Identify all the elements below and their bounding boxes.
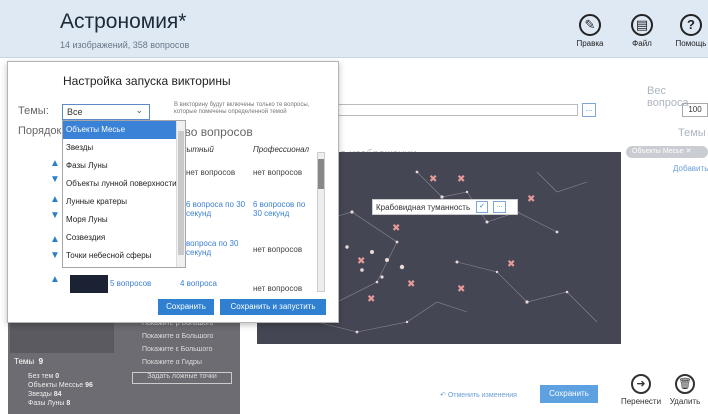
move-up-icon[interactable]: ▲	[50, 234, 60, 245]
count-cell: нет вопросов	[186, 168, 236, 177]
undo-label: Отменить изменения	[447, 392, 517, 399]
svg-text:✖: ✖	[507, 259, 515, 270]
move-down-icon[interactable]: ▼	[50, 250, 60, 261]
count-cell[interactable]: вопроса по 30 секунд	[186, 239, 246, 257]
question-icon: ?	[680, 14, 702, 36]
table-scrollbar[interactable]	[317, 152, 325, 292]
file-button-label: Файл	[632, 39, 652, 48]
move-down-icon[interactable]: ▼	[50, 174, 60, 185]
dropdown-option[interactable]: Моря Луны	[63, 211, 177, 229]
move-up-icon[interactable]: ▲	[50, 274, 60, 285]
dropdown-scrollbar[interactable]	[176, 121, 185, 267]
themes-count: 9	[38, 357, 44, 366]
themes-select-value: Все	[67, 107, 83, 117]
theme-chip[interactable]: Объекты Месье ✕	[626, 146, 708, 158]
dropdown-option[interactable]: Звезды	[63, 139, 177, 157]
themes-header: Темы 9	[14, 357, 43, 366]
delete-button-label: Удалить	[669, 397, 701, 406]
themes-note: В викторину будут включены только те воп…	[174, 102, 310, 115]
row-thumbnail	[70, 275, 108, 293]
theme-item[interactable]: Звезды 84	[28, 390, 93, 399]
dropdown-option[interactable]: Лунные кратеры	[63, 193, 177, 211]
weight-input[interactable]: 100	[682, 103, 708, 117]
quiz-setup-dialog: Настройка запуска викторины Темы: Все ⌄ …	[7, 61, 339, 323]
dialog-title: Настройка запуска викторины	[63, 74, 231, 88]
count-cell[interactable]: 5 вопросов	[110, 279, 151, 288]
count-cell: нет вопросов	[253, 284, 303, 293]
pencil-icon: ✎	[579, 14, 601, 36]
app-subtitle: 14 изображений, 358 вопросов	[60, 40, 190, 50]
dropdown-option[interactable]: Созвездия	[63, 229, 177, 247]
dropdown-option[interactable]: Объекты Месье	[63, 121, 177, 139]
themes-list: Без тем 0 Объекты Мессье 96 Звезды 84 Фа…	[28, 372, 93, 408]
themes-select[interactable]: Все ⌄	[62, 104, 150, 120]
svg-text:✖: ✖	[407, 279, 415, 290]
count-cell: нет вопросов	[253, 168, 303, 177]
chevron-down-icon: ⌄	[135, 105, 143, 115]
column-header-professional: Профессионал	[253, 145, 309, 154]
svg-text:✖: ✖	[392, 223, 400, 234]
move-up-icon[interactable]: ▲	[50, 194, 60, 205]
search-input[interactable]	[338, 104, 578, 116]
move-down-icon[interactable]: ▼	[50, 210, 60, 221]
count-cell[interactable]: 4 вопроса	[180, 279, 217, 288]
count-cell[interactable]: 6 вопросов по 30 секунд	[253, 200, 313, 218]
more-button[interactable]: …	[493, 201, 506, 213]
undo-link[interactable]: ↶ Отменить изменения	[440, 391, 517, 399]
count-cell: нет вопросов	[253, 245, 303, 254]
browse-button[interactable]: ...	[582, 103, 596, 117]
count-cell[interactable]: 6 вопроса по 30 секунд	[186, 200, 246, 218]
svg-text:✖: ✖	[367, 294, 375, 305]
theme-chip-label: Объекты Месье	[632, 148, 684, 155]
file-button[interactable]: ▤ Файл	[622, 14, 662, 48]
themes-field-label: Темы:	[18, 105, 49, 117]
themes-title: Темы	[14, 357, 35, 366]
help-button-label: Помощь	[675, 39, 707, 48]
svg-text:✖: ✖	[357, 256, 365, 267]
dialog-save-button[interactable]: Сохранить	[158, 299, 214, 315]
theme-item[interactable]: Объекты Мессье 96	[28, 381, 93, 390]
scrollbar-thumb[interactable]	[318, 159, 324, 189]
dropdown-option[interactable]: Фазы Луны	[63, 157, 177, 175]
save-and-run-button[interactable]: Сохранить и запустить	[220, 299, 326, 315]
dropdown-option[interactable]: Объекты лунной поверхности	[63, 175, 177, 193]
list-item[interactable]: Покажите ε Большого	[120, 346, 232, 359]
file-icon: ▤	[631, 14, 653, 36]
order-label: Порядок	[18, 125, 62, 137]
help-button[interactable]: ? Помощь	[670, 14, 708, 48]
dropdown-scrollbar-thumb[interactable]	[178, 131, 184, 255]
dropdown-option[interactable]: Точки небесной сферы	[63, 247, 177, 265]
question-list: Покажите β Большого Покажите α Большого …	[120, 320, 232, 400]
app-title: Астрономия*	[60, 10, 187, 33]
list-item[interactable]: Покажите α Большого	[120, 333, 232, 346]
edit-button-label: Правка	[576, 39, 604, 48]
save-button[interactable]: Сохранить	[540, 385, 598, 403]
trash-icon: 🗑	[675, 374, 695, 394]
close-icon[interactable]: ✕	[686, 148, 692, 155]
move-up-icon[interactable]: ▲	[50, 158, 60, 169]
svg-text:✖: ✖	[527, 194, 535, 205]
svg-text:✖: ✖	[457, 174, 465, 185]
set-false-points-button[interactable]: Задать ложные точки	[132, 372, 232, 384]
list-item[interactable]: Покажите α Гидры	[120, 359, 232, 372]
svg-text:✖: ✖	[457, 284, 465, 295]
arrow-right-icon: ➜	[631, 374, 651, 394]
themes-label: Темы	[678, 127, 706, 139]
theme-item[interactable]: Фазы Луны 8	[28, 399, 93, 408]
undo-icon: ↶	[440, 392, 446, 399]
confirm-icon[interactable]: ✓	[476, 201, 488, 213]
tooltip-text: Крабовидная туманность	[376, 203, 471, 212]
edit-button[interactable]: ✎ Правка	[570, 14, 610, 48]
themes-dropdown: Объекты Месье Звезды Фазы Луны Объекты л…	[62, 120, 186, 268]
theme-item[interactable]: Без тем 0	[28, 372, 93, 381]
delete-button[interactable]: 🗑 Удалить	[650, 374, 708, 406]
add-theme-link[interactable]: Добавить	[673, 164, 708, 173]
svg-text:✖: ✖	[429, 174, 437, 185]
